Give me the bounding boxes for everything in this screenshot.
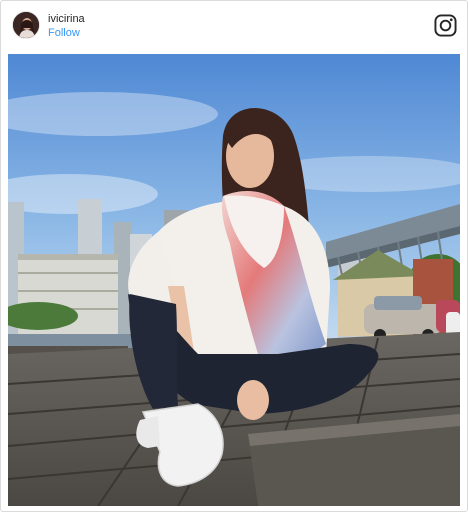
follow-button[interactable]: Follow — [48, 27, 80, 39]
photo-scene — [8, 54, 460, 506]
avatar[interactable] — [12, 11, 40, 39]
username[interactable]: ivicirina — [48, 13, 85, 25]
instagram-post-card: ivicirina Follow — [0, 0, 468, 512]
post-header: ivicirina Follow — [1, 1, 467, 51]
avatar-image — [13, 12, 39, 38]
post-photo[interactable] — [8, 54, 460, 506]
instagram-icon[interactable] — [434, 14, 457, 37]
